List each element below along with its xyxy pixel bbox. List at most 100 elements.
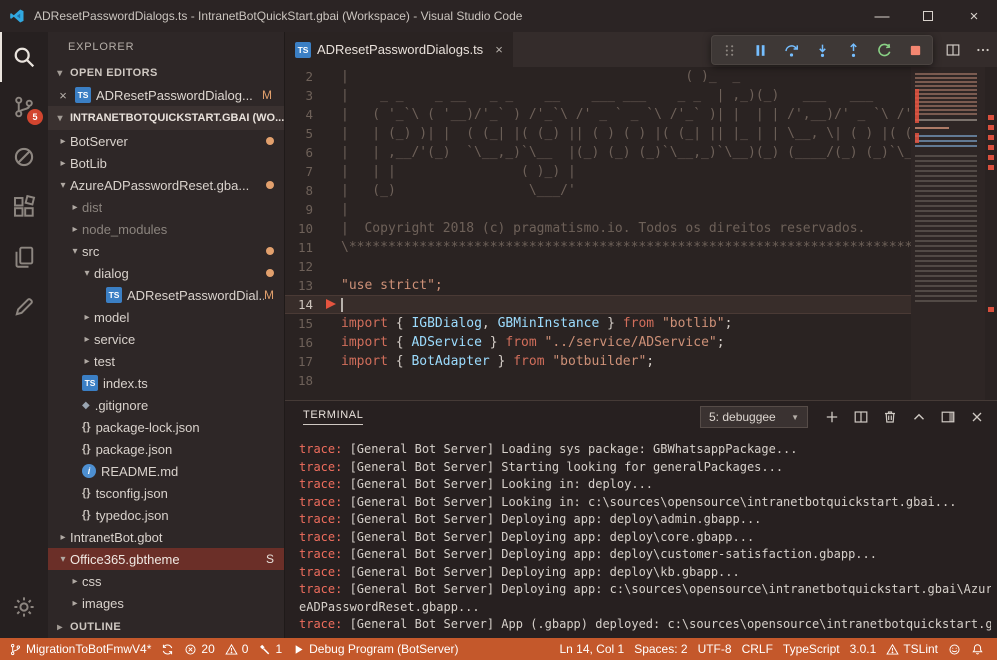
status-sync[interactable] xyxy=(156,638,179,660)
chevron-down-icon: ▾ xyxy=(52,113,68,124)
tree-item-intranetbot-gbot[interactable]: ▸IntranetBot.gbot xyxy=(48,526,284,548)
close-window-button[interactable]: × xyxy=(951,0,997,32)
tree-item-css[interactable]: ▸css xyxy=(48,570,284,592)
token: | | xyxy=(341,202,911,217)
code-line-9[interactable]: 9| | xyxy=(285,200,911,219)
activity-item-extensions[interactable] xyxy=(0,182,48,232)
debug-pause-button[interactable] xyxy=(750,40,770,60)
tree-item-office365-gbtheme[interactable]: ▾Office365.gbthemeS xyxy=(48,548,284,570)
code-editor[interactable]: 2| ( )_ _ |3| _ _ _ __ _ _ __ ___ ___ _ … xyxy=(285,67,997,400)
tree-item-service[interactable]: ▸service xyxy=(48,328,284,350)
status-eol[interactable]: CRLF xyxy=(737,638,778,660)
debug-step-into-button[interactable] xyxy=(812,40,832,60)
split-terminal-button[interactable] xyxy=(853,409,869,425)
more-actions-button[interactable] xyxy=(975,42,991,58)
debug-step-out-button[interactable] xyxy=(843,40,863,60)
tree-item-botserver[interactable]: ▸BotServer xyxy=(48,130,284,152)
tree-item-botlib[interactable]: ▸BotLib xyxy=(48,152,284,174)
status-language[interactable]: TypeScript xyxy=(778,638,845,660)
code-line-4[interactable]: 4| ( '_`\ ( '__)/'_` ) /'_`\ /' _ ` _ `\… xyxy=(285,105,911,124)
workspace-section-header[interactable]: ▾ INTRANETBOTQUICKSTART.GBAI (WO... xyxy=(48,106,284,130)
code-line-6[interactable]: 6| | ,__/'(_) `\__,_)`\__ |(_) (_) (_)`\… xyxy=(285,143,911,162)
code-line-16[interactable]: 16import { ADService } from "../service/… xyxy=(285,333,911,352)
status-indentation[interactable]: Spaces: 2 xyxy=(629,638,692,660)
token: | Copyright 2018 (c) pragmatismo.io. Tod… xyxy=(341,221,911,236)
terminal-select[interactable]: 5: debuggee ▼ xyxy=(700,406,808,428)
status-git-branch[interactable]: MigrationToBotFmwV4* xyxy=(4,638,156,660)
code-line-3[interactable]: 3| _ _ _ __ _ _ __ ___ ___ _ _ | ,_)(_) … xyxy=(285,86,911,105)
code-line-18[interactable]: 18 xyxy=(285,371,911,390)
tree-item-package-json[interactable]: {}package.json xyxy=(48,438,284,460)
tree-item-model[interactable]: ▸model xyxy=(48,306,284,328)
code-line-13[interactable]: 13"use strict"; xyxy=(285,276,911,295)
open-editor-item[interactable]: × TS ADResetPasswordDialog... M xyxy=(48,84,284,106)
close-panel-button[interactable] xyxy=(969,409,985,425)
tree-item-package-lock-json[interactable]: {}package-lock.json xyxy=(48,416,284,438)
tree-item-node-modules[interactable]: ▸node_modules xyxy=(48,218,284,240)
code-line-14[interactable]: 14 xyxy=(285,295,911,314)
split-editor-button[interactable] xyxy=(945,42,961,58)
debug-drag-handle-button[interactable] xyxy=(719,40,739,60)
activity-item-debug[interactable] xyxy=(0,132,48,182)
activity-item-settings[interactable] xyxy=(0,582,48,632)
code-line-2[interactable]: 2| ( )_ _ | xyxy=(285,67,911,86)
status-warnings[interactable]: 0 xyxy=(220,638,254,660)
status-cursor-position[interactable]: Ln 14, Col 1 xyxy=(554,638,629,660)
tree-item-index-ts[interactable]: TSindex.ts xyxy=(48,372,284,394)
tree-item-dialog[interactable]: ▾dialog xyxy=(48,262,284,284)
status-debug-program[interactable]: Debug Program (BotServer) xyxy=(287,638,463,660)
tree-item-src[interactable]: ▾src xyxy=(48,240,284,262)
open-editors-header[interactable]: ▾ OPEN EDITORS xyxy=(48,62,284,84)
code-line-7[interactable]: 7| | | ( )_) | | xyxy=(285,162,911,181)
tree-item-readme-md[interactable]: iREADME.md xyxy=(48,460,284,482)
glyph-margin xyxy=(325,162,341,181)
new-terminal-button[interactable] xyxy=(824,409,840,425)
tree-item-gitignore[interactable]: ◆.gitignore xyxy=(48,394,284,416)
activity-item-edit[interactable] xyxy=(0,282,48,332)
maximize-button[interactable] xyxy=(905,0,951,32)
code-line-5[interactable]: 5| | (_) )| | ( (_| |( (_) || ( ) ( ) |(… xyxy=(285,124,911,143)
tree-item-label: typedoc.json xyxy=(96,508,169,523)
status-tasks[interactable]: 1 xyxy=(253,638,287,660)
outline-header[interactable]: ▸ OUTLINE xyxy=(48,616,284,638)
status-encoding[interactable]: UTF-8 xyxy=(693,638,737,660)
minimap[interactable] xyxy=(911,67,985,400)
tab-terminal[interactable]: TERMINAL xyxy=(303,409,363,425)
overview-ruler xyxy=(985,67,997,400)
line-number: 11 xyxy=(285,238,325,257)
activity-item-search[interactable] xyxy=(0,32,48,82)
tree-item-typedoc-json[interactable]: {}typedoc.json xyxy=(48,504,284,526)
status-feedback[interactable] xyxy=(943,638,966,660)
terminal-text: [General Bot Server] Deploying app: depl… xyxy=(342,565,739,579)
modified-dot xyxy=(266,247,274,255)
tree-item-images[interactable]: ▸images xyxy=(48,592,284,614)
status-notifications[interactable] xyxy=(966,638,989,660)
status-tslint[interactable]: TSLint xyxy=(881,638,943,660)
maximize-panel-button[interactable] xyxy=(911,409,927,425)
tree-item-tsconfig-json[interactable]: {}tsconfig.json xyxy=(48,482,284,504)
close-icon[interactable]: × xyxy=(495,42,503,57)
status-errors[interactable]: 20 xyxy=(179,638,219,660)
tree-item-adresetpassworddial[interactable]: TSADResetPasswordDial...M xyxy=(48,284,284,306)
tree-item-test[interactable]: ▸test xyxy=(48,350,284,372)
debug-restart-button[interactable] xyxy=(874,40,894,60)
status-version[interactable]: 3.0.1 xyxy=(845,638,882,660)
debug-stop-button[interactable] xyxy=(905,40,925,60)
activity-item-source-control[interactable]: 5 xyxy=(0,82,48,132)
code-line-11[interactable]: 11\*************************************… xyxy=(285,238,911,257)
tree-item-azureadpasswordreset-gba[interactable]: ▾AzureADPasswordReset.gba... xyxy=(48,174,284,196)
minimize-button[interactable]: — xyxy=(859,0,905,32)
code-line-12[interactable]: 12 xyxy=(285,257,911,276)
code-line-17[interactable]: 17import { BotAdapter } from "botbuilder… xyxy=(285,352,911,371)
code-line-8[interactable]: 8| (_) \___/' | xyxy=(285,181,911,200)
activity-item-files[interactable] xyxy=(0,232,48,282)
tree-item-dist[interactable]: ▸dist xyxy=(48,196,284,218)
code-line-10[interactable]: 10| Copyright 2018 (c) pragmatismo.io. T… xyxy=(285,219,911,238)
terminal-output[interactable]: trace: [General Bot Server] Loading sys … xyxy=(285,433,997,638)
close-icon[interactable]: × xyxy=(56,88,70,103)
panel-layout-button[interactable] xyxy=(940,409,956,425)
kill-terminal-button[interactable] xyxy=(882,409,898,425)
code-line-15[interactable]: 15import { IGBDialog, GBMinInstance } fr… xyxy=(285,314,911,333)
tab-adresetpassworddialogs[interactable]: TS ADResetPasswordDialogs.ts × xyxy=(285,32,513,67)
debug-step-over-button[interactable] xyxy=(781,40,801,60)
